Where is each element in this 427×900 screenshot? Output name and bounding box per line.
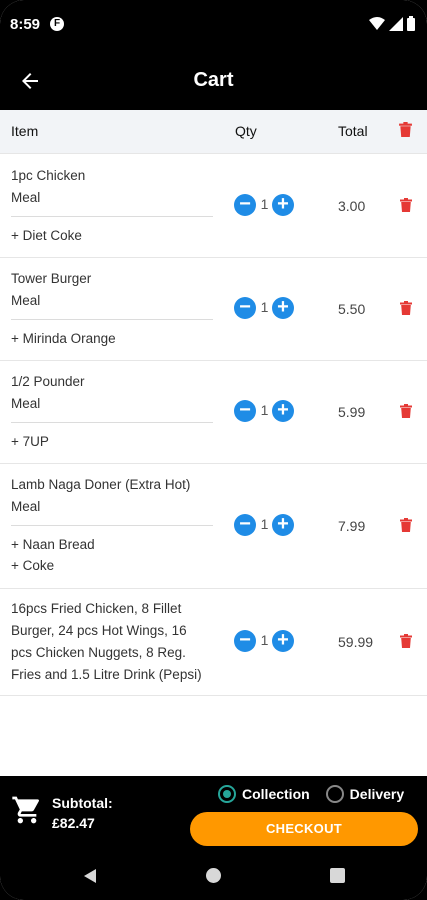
quantity-stepper: − 1 + <box>234 514 294 538</box>
quantity-stepper: − 1 + <box>234 630 294 654</box>
item-total: 3.00 <box>338 198 366 214</box>
decrease-qty-button[interactable]: − <box>234 297 256 319</box>
header-total: Total <box>338 123 368 139</box>
item-extra: + Mirinda Orange <box>11 331 116 346</box>
delete-item-trash-icon[interactable] <box>400 404 412 418</box>
status-bar: 8:59 F <box>0 0 427 52</box>
header-qty: Qty <box>235 123 257 139</box>
item-extra: + 7UP <box>11 434 49 449</box>
item-meal-label: Meal <box>11 396 41 411</box>
item-divider <box>11 319 213 320</box>
cart-screen: 8:59 F Cart Item Qty Total 1pc Chicken M… <box>0 0 427 900</box>
collection-label[interactable]: Collection <box>242 786 310 802</box>
quantity-stepper: − 1 + <box>234 297 294 321</box>
cart-row: Tower Burger Meal + Mirinda Orange − 1 +… <box>0 258 427 361</box>
decrease-qty-button[interactable]: − <box>234 400 256 422</box>
item-divider <box>11 422 213 423</box>
increase-qty-button[interactable]: + <box>272 194 294 216</box>
item-name: 1/2 Pounder <box>11 374 85 389</box>
item-extra: + Coke <box>11 558 55 573</box>
delete-item-trash-icon[interactable] <box>400 518 412 532</box>
item-name: Tower Burger <box>11 271 92 286</box>
item-name: Lamb Naga Doner (Extra Hot) <box>11 477 191 492</box>
qty-value: 1 <box>260 299 269 315</box>
item-extra: + Naan Bread <box>11 537 95 552</box>
system-nav-bar <box>0 854 427 900</box>
item-name: 16pcs Fried Chicken, 8 Fillet <box>11 601 182 616</box>
delete-item-trash-icon[interactable] <box>400 198 412 212</box>
cart-row: 1pc Chicken Meal + Diet Coke − 1 + 3.00 <box>0 155 427 258</box>
battery-icon <box>407 16 415 31</box>
subtotal-value: £82.47 <box>52 815 95 831</box>
item-name: pcs Chicken Nuggets, 8 Reg. <box>11 645 186 660</box>
item-meal-label: Meal <box>11 499 41 514</box>
header-item: Item <box>11 123 39 139</box>
nav-recents-icon[interactable] <box>330 868 345 883</box>
delivery-label[interactable]: Delivery <box>350 786 404 802</box>
subtotal-label: Subtotal: <box>52 795 113 811</box>
increase-qty-button[interactable]: + <box>272 514 294 536</box>
cart-table-header: Item Qty Total <box>0 110 427 154</box>
delete-item-trash-icon[interactable] <box>400 634 412 648</box>
cart-row: 16pcs Fried Chicken, 8 Fillet Burger, 24… <box>0 589 427 696</box>
wifi-icon <box>369 16 385 30</box>
item-divider <box>11 216 213 217</box>
subtotal: Subtotal: £82.47 <box>52 793 113 833</box>
increase-qty-button[interactable]: + <box>272 297 294 319</box>
item-total: 5.99 <box>338 404 366 420</box>
notification-badge-icon: F <box>50 17 64 31</box>
item-divider <box>11 525 213 526</box>
page-title: Cart <box>193 69 234 91</box>
quantity-stepper: − 1 + <box>234 194 294 218</box>
item-total: 7.99 <box>338 518 366 534</box>
app-bar: Cart <box>0 52 427 110</box>
cart-row: Lamb Naga Doner (Extra Hot) Meal + Naan … <box>0 464 427 589</box>
item-meal-label: Meal <box>11 293 41 308</box>
item-extra: + Diet Coke <box>11 228 82 243</box>
decrease-qty-button[interactable]: − <box>234 194 256 216</box>
shopping-cart-icon <box>12 796 40 824</box>
fulfilment-options: Collection Delivery <box>218 785 404 803</box>
delete-item-trash-icon[interactable] <box>400 301 412 315</box>
qty-value: 1 <box>260 196 269 212</box>
cart-row: 1/2 Pounder Meal + 7UP − 1 + 5.99 <box>0 361 427 464</box>
delivery-radio[interactable] <box>325 785 344 803</box>
collection-radio[interactable] <box>218 785 236 803</box>
item-total: 59.99 <box>338 634 374 650</box>
status-time: 8:59 <box>10 16 41 33</box>
item-meal-label: Meal <box>11 190 41 205</box>
increase-qty-button[interactable]: + <box>272 630 294 652</box>
decrease-qty-button[interactable]: − <box>234 514 256 536</box>
clear-cart-trash-icon[interactable] <box>399 122 412 137</box>
status-icons <box>369 16 415 31</box>
cart-footer: Subtotal: £82.47 Collection Delivery CHE… <box>0 776 427 900</box>
item-name: Fries and 1.5 Litre Drink (Pepsi) <box>11 667 202 682</box>
nav-back-icon[interactable] <box>82 868 98 884</box>
item-name: Burger, 24 pcs Hot Wings, 16 <box>11 623 187 638</box>
item-total: 5.50 <box>338 301 366 317</box>
signal-icon <box>389 16 403 31</box>
qty-value: 1 <box>260 402 269 418</box>
item-name: 1pc Chicken <box>11 168 86 183</box>
quantity-stepper: − 1 + <box>234 400 294 424</box>
qty-value: 1 <box>260 632 269 648</box>
nav-home-icon[interactable] <box>206 868 221 883</box>
qty-value: 1 <box>260 516 269 532</box>
checkout-button[interactable]: CHECKOUT <box>190 812 418 846</box>
increase-qty-button[interactable]: + <box>272 400 294 422</box>
decrease-qty-button[interactable]: − <box>234 630 256 652</box>
